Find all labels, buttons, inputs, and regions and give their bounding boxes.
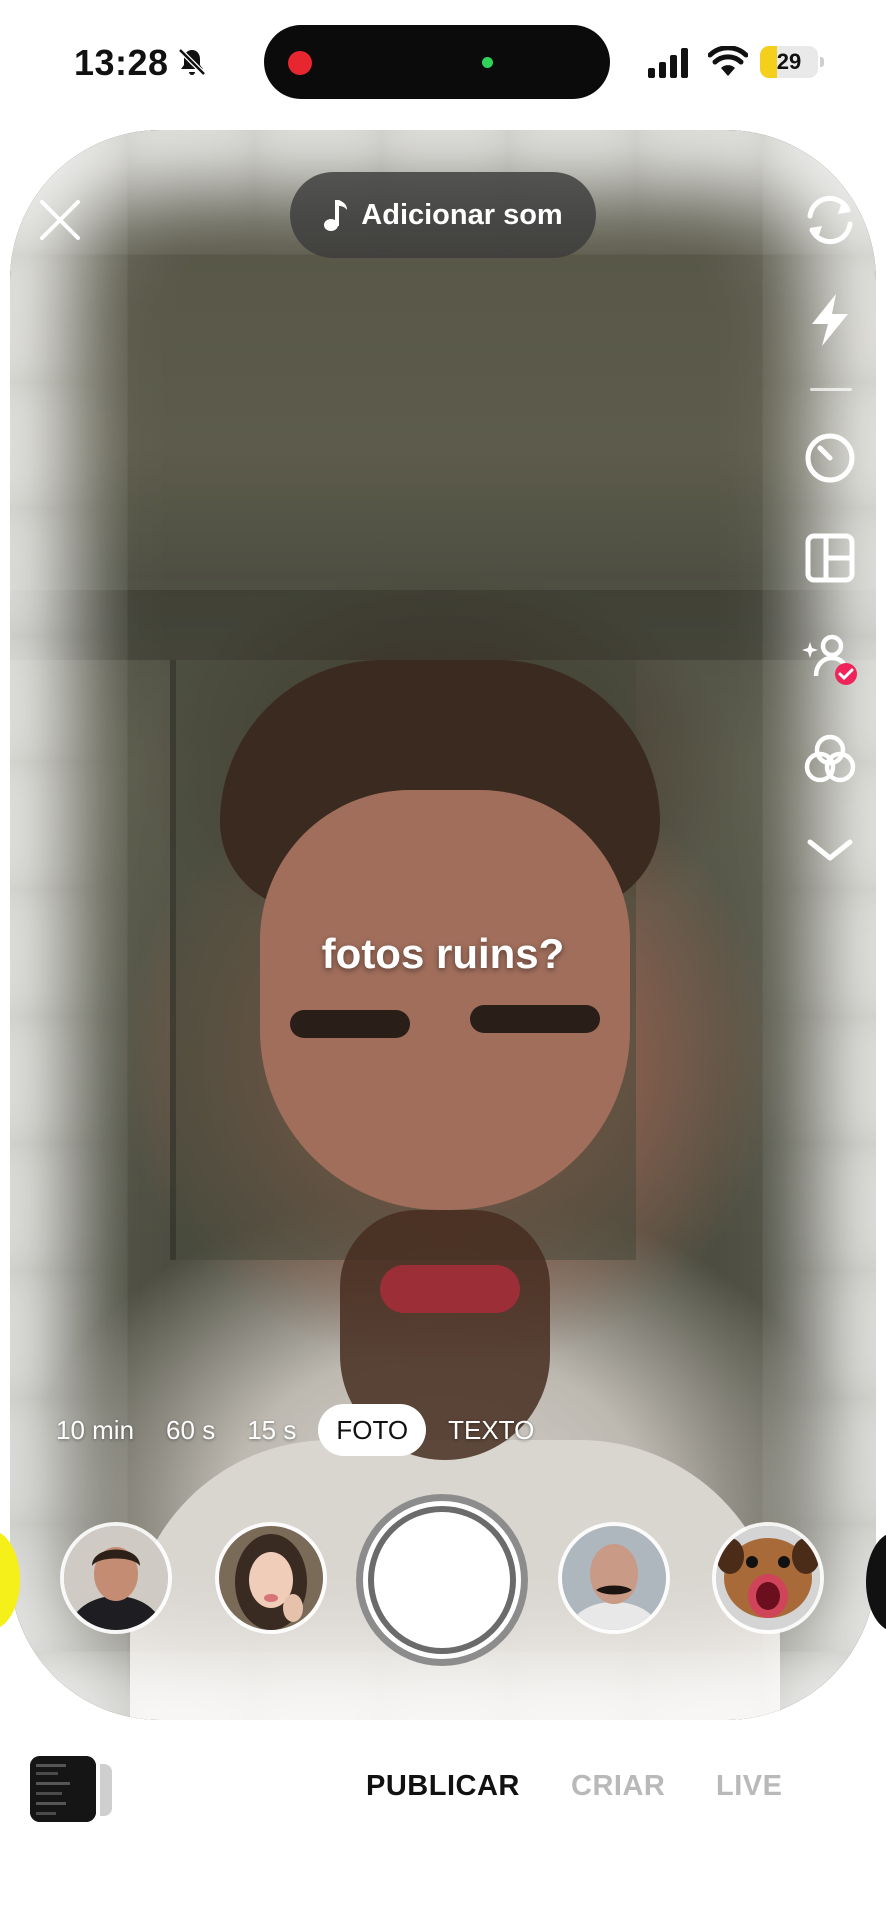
mode-15-s[interactable]: 15 s <box>231 1404 312 1456</box>
gallery-thumbnail[interactable] <box>30 1756 96 1822</box>
mode-texto[interactable]: TEXTO <box>432 1404 550 1456</box>
effect-man-portrait[interactable] <box>60 1522 172 1634</box>
rail-divider <box>810 388 852 391</box>
recording-dot <box>288 51 312 75</box>
tab-publicar[interactable]: PUBLICAR <box>366 1770 520 1803</box>
capture-mode-selector: 10 min 60 s 15 s FOTO TEXTO <box>40 1404 550 1456</box>
bell-slash-icon <box>178 48 206 76</box>
clock-time: 13:28 <box>74 42 169 83</box>
flip-camera-icon[interactable] <box>800 190 860 250</box>
close-icon[interactable] <box>38 198 82 242</box>
mode-10-min[interactable]: 10 min <box>40 1404 150 1456</box>
signal-icon <box>648 48 688 78</box>
overlay-caption: fotos ruins? <box>321 930 565 977</box>
shutter-button[interactable] <box>356 1494 528 1666</box>
add-sound-label: Adicionar som <box>361 198 563 231</box>
subject-face <box>260 790 630 1210</box>
layout-icon[interactable] <box>800 528 860 588</box>
wifi-icon <box>708 46 748 76</box>
flash-icon[interactable] <box>800 290 860 350</box>
battery-level: 29 <box>776 49 802 74</box>
chevron-down-icon[interactable] <box>800 820 860 880</box>
camera-indicator <box>482 57 493 68</box>
add-sound-button[interactable]: Adicionar som <box>290 172 596 258</box>
mode-foto[interactable]: FOTO <box>318 1404 427 1456</box>
camera-viewfinder[interactable] <box>10 130 876 1720</box>
filters-icon[interactable] <box>800 730 860 790</box>
shutter-inner <box>368 1506 516 1654</box>
dynamic-island <box>264 25 610 99</box>
effect-bald-mustache[interactable] <box>558 1522 670 1634</box>
tab-criar[interactable]: CRIAR <box>571 1770 665 1803</box>
beautify-icon[interactable] <box>800 628 860 688</box>
timer-icon[interactable] <box>800 426 860 486</box>
effect-dog-face[interactable] <box>712 1522 824 1634</box>
music-note-icon <box>324 200 348 231</box>
gallery-stack-edge <box>100 1764 112 1816</box>
effect-woman-portrait[interactable] <box>215 1522 327 1634</box>
status-bar: 13:28 29 <box>0 0 886 125</box>
tab-live[interactable]: LIVE <box>716 1770 782 1803</box>
mode-60-s[interactable]: 60 s <box>150 1404 231 1456</box>
battery-icon: 29 <box>760 46 826 78</box>
